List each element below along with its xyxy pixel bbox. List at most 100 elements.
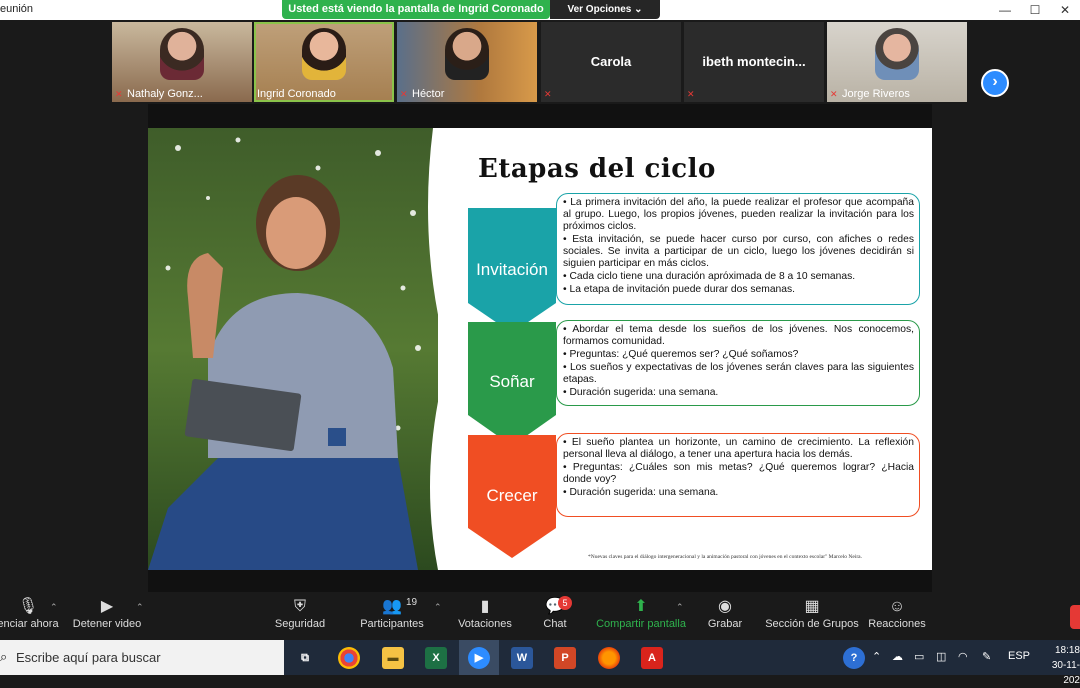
bullet: • Preguntas: ¿Qué queremos ser? ¿Qué soñ… <box>563 349 799 360</box>
video-camera-icon: ▶ <box>100 598 114 615</box>
stage-label-sonar: Soñar <box>489 372 535 391</box>
chevron-down-icon: ⌄ <box>634 4 643 15</box>
view-options-button[interactable]: Ver Opciones ⌄ <box>550 0 660 19</box>
mic-muted-icon: ✕ <box>115 89 123 99</box>
participant-tile[interactable]: ✕ Héctor <box>397 22 537 102</box>
bullet: • Duración sugerida: una semana. <box>563 487 719 498</box>
share-screen-button[interactable]: ⬆ Compartir pantalla <box>595 596 687 636</box>
record-icon: ◉ <box>718 598 732 615</box>
clock-date: 30-11-202 <box>1051 660 1080 686</box>
participant-tile[interactable]: ibeth montecin... ✕ <box>684 22 824 102</box>
stage-box-crecer: • El sueño plantea un horizonte, un cami… <box>556 433 920 517</box>
stage-label-invitacion: Invitación <box>476 260 548 279</box>
taskbar-search[interactable]: ⌕ Escribe aquí para buscar <box>0 640 284 675</box>
word-icon[interactable]: W <box>511 647 533 669</box>
stage-box-sonar: • Abordar el tema desde los sueños de lo… <box>556 320 920 406</box>
bar-chart-icon: ▮ <box>480 598 490 615</box>
stage-box-invitacion: • La primera invitación del año, la pued… <box>556 193 920 305</box>
grid-icon: ▦ <box>804 598 820 615</box>
wifi-icon[interactable]: ◠ <box>958 650 968 663</box>
language-indicator[interactable]: ESP <box>1008 650 1030 662</box>
chevron-up-icon[interactable]: ⌃ <box>434 602 442 613</box>
end-meeting-button[interactable] <box>1070 605 1080 629</box>
participant-tile[interactable]: ✕ Jorge Riveros <box>827 22 967 102</box>
cloud-icon[interactable]: ☁ <box>892 650 903 663</box>
bullet: • La primera invitación del año, la pued… <box>563 197 915 232</box>
mic-muted-icon: ✕ <box>400 89 408 99</box>
participant-name: Nathaly Gonz... <box>127 88 203 100</box>
minimize-button[interactable]: — <box>990 0 1020 20</box>
pen-icon[interactable]: ✎ <box>982 650 991 663</box>
participant-tile-active[interactable]: Ingrid Coronado <box>254 22 394 102</box>
chevron-up-icon[interactable]: ⌃ <box>872 650 881 663</box>
close-button[interactable]: ✕ <box>1050 0 1080 20</box>
bullet: • Preguntas: ¿Cuáles son mis metas? ¿Qué… <box>563 462 914 485</box>
chevron-right-icon: › <box>992 73 998 90</box>
zoom-icon[interactable]: ▶ <box>468 647 490 669</box>
smiley-icon: ☺ <box>888 598 906 615</box>
screen-share-banner: Usted está viendo la pantalla de Ingrid … <box>282 0 550 19</box>
next-participants-button[interactable]: › <box>981 69 1009 97</box>
slide-footnote: *Nuevas claves para el diálogo intergene… <box>588 554 862 560</box>
chevron-up-icon[interactable]: ⌃ <box>50 602 58 613</box>
window-titlebar: eunión Usted está viendo la pantalla de … <box>0 0 1080 20</box>
chrome-icon[interactable] <box>338 647 360 669</box>
slide: Etapas del ciclo Invitación Soñar Crecer… <box>148 128 932 570</box>
participant-video <box>302 28 346 80</box>
participant-tile[interactable]: ✕ Nathaly Gonz... <box>112 22 252 102</box>
participant-name: Ingrid Coronado <box>257 88 336 100</box>
breakout-rooms-button[interactable]: ▦ Sección de Grupos <box>765 596 859 636</box>
search-placeholder: Escribe aquí para buscar <box>16 650 161 665</box>
powerpoint-icon[interactable]: P <box>554 647 576 669</box>
slide-photo <box>148 128 438 570</box>
reactions-button[interactable]: ☺ Reacciones <box>868 596 926 636</box>
participant-tile[interactable]: Carola ✕ <box>541 22 681 102</box>
participant-display-name: ibeth montecin... <box>702 54 806 69</box>
shield-icon: ⛨ <box>293 598 306 615</box>
file-explorer-icon[interactable]: ▬ <box>382 647 404 669</box>
chevron-up-icon[interactable]: ⌃ <box>136 602 144 613</box>
window-title: eunión <box>0 3 34 15</box>
participant-strip: ✕ Nathaly Gonz... Ingrid Coronado ✕ Héctor… <box>0 20 1080 104</box>
bullet: • Cada ciclo tiene una duración aprόxima… <box>563 271 856 282</box>
record-button[interactable]: ◉ Grabar <box>705 596 745 636</box>
battery-icon[interactable]: ▭ <box>914 650 924 663</box>
chat-unread-badge: 5 <box>558 596 572 610</box>
participant-video <box>445 28 489 80</box>
slide-title: Etapas del ciclo <box>478 154 716 184</box>
shared-screen: Etapas del ciclo Invitación Soñar Crecer… <box>148 104 932 592</box>
task-view-icon[interactable]: ⧉ <box>294 647 316 669</box>
acrobat-icon[interactable]: A <box>641 647 663 669</box>
chevron-up-icon[interactable]: ⌃ <box>676 602 684 613</box>
participants-count: 19 <box>406 597 418 608</box>
stage-label-crecer: Crecer <box>486 486 538 505</box>
help-icon[interactable]: ? <box>843 647 865 669</box>
participant-name: Jorge Riveros <box>842 88 910 100</box>
bullet: • Los sueños y expectativas de los jóven… <box>563 362 914 385</box>
security-button[interactable]: ⛨ Seguridad <box>270 596 330 636</box>
participant-name: Héctor <box>412 88 445 100</box>
mic-muted-icon: ✕ <box>544 89 552 99</box>
search-icon: ⌕ <box>0 649 8 664</box>
meeting-toolbar: 🎙 enciar ahora ⌃ ▶ Detener video ⌃ ⛨ Seguri… <box>0 592 1080 640</box>
clock-time: 18:18 <box>1054 645 1080 656</box>
polls-button[interactable]: ▮ Votaciones <box>455 596 515 636</box>
network-icon[interactable]: ◫ <box>936 650 946 663</box>
firefox-icon[interactable] <box>598 647 620 669</box>
bullet: • El sueño plantea un horizonte, un cami… <box>563 437 914 460</box>
share-screen-icon: ⬆ <box>634 598 648 615</box>
windows-taskbar: ⌕ Escribe aquí para buscar ⧉ ▬ X ▶ W P A… <box>0 640 1080 686</box>
participant-display-name: Carola <box>590 54 632 69</box>
bullet: • Esta invitación, se puede hacer curso … <box>563 234 914 269</box>
mic-muted-icon: ✕ <box>830 89 838 99</box>
mic-muted-icon: ✕ <box>687 89 695 99</box>
taskbar-clock[interactable]: 18:18 30-11-202 <box>1036 643 1080 688</box>
bullet: • Abordar el tema desde los sueños de lo… <box>563 324 914 347</box>
participant-video <box>160 28 204 80</box>
view-options-label: Ver Opciones <box>567 4 632 15</box>
stop-video-button[interactable]: ▶ Detener video <box>72 596 142 636</box>
bullet: • La etapa de invitación puede durar dos… <box>563 284 796 295</box>
bullet: • Duración sugerida: una semana. <box>563 387 719 398</box>
maximize-button[interactable]: ☐ <box>1020 0 1050 20</box>
excel-icon[interactable]: X <box>425 647 447 669</box>
